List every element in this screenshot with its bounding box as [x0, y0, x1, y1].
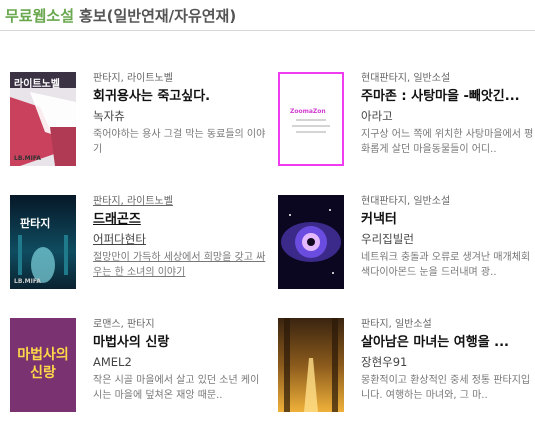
novel-cover[interactable] [278, 318, 344, 412]
novel-genre: 판타지, 라이트노벨 [93, 196, 173, 207]
section-header: 무료웹소설 홍보(일반연재/자유연재) [0, 0, 535, 31]
novel-title[interactable]: 회귀용사는 죽고싶다. [93, 88, 268, 106]
novel-genre: 현대판타지, 일반소설 [361, 196, 451, 207]
novel-cover[interactable]: 판타지 LB.MIFA [10, 195, 76, 289]
novel-description: 죽어야하는 용사 그걸 막는 동료들의 이야기 [93, 129, 266, 155]
novel-author[interactable]: AMEL2 [93, 354, 268, 370]
cover-title: 마법사의 신랑 [17, 347, 69, 381]
novel-genre: 로맨스, 판타지 [93, 319, 155, 330]
cover-title: 판타지 [20, 217, 51, 230]
novel-author[interactable]: 녹자츄 [93, 108, 268, 124]
novel-title[interactable]: 살아남은 마녀는 여행을 ... [361, 334, 535, 352]
novel-description: 네트워크 충돌과 오류로 생겨난 매개체회색다이아몬드 눈을 드러내며 광.. [361, 252, 531, 278]
novel-card[interactable]: 판타지, 일반소설 살아남은 마녀는 여행을 ... 장현우91 몽환적이고 환… [278, 318, 535, 436]
cover-title: ZoomaZon [290, 108, 326, 115]
section-subtitle: 홍보(일반연재/자유연재) [79, 6, 237, 25]
cover-tag: LB.MIFA [14, 155, 41, 162]
novel-author[interactable]: 장현우91 [361, 354, 535, 370]
cover-title: 라이트노벨 [14, 79, 60, 90]
novel-description: 작은 시골 마을에서 살고 있던 소년 케이시는 마을에 덮쳐온 재앙 때문.. [93, 375, 260, 401]
novel-genre: 현대판타지, 일반소설 [361, 73, 451, 84]
novel-card[interactable]: 마법사의 신랑 로맨스, 판타지 마법사의 신랑 AMEL2 작은 시골 마을에… [10, 318, 272, 436]
novel-description: 몽환적이고 환상적인 중세 정통 판타지입니다. 여행하는 마녀와, 그 마.. [361, 375, 531, 401]
novel-title[interactable]: 커낵터 [361, 211, 535, 229]
novel-title[interactable]: 마법사의 신랑 [93, 334, 268, 352]
novel-description: 지구상 어느 쪽에 위치한 사탕마을에서 평화롭게 살던 마을동물들이 어디.. [361, 129, 534, 155]
novel-cover[interactable] [278, 195, 344, 289]
brand-label[interactable]: 무료웹소설 [5, 5, 74, 26]
novel-genre: 판타지, 일반소설 [361, 319, 432, 330]
novel-author[interactable]: 우리집빌런 [361, 231, 535, 247]
novel-title[interactable]: 주마존 : 사탕마을 -빼앗긴... [361, 88, 535, 106]
novel-cover[interactable]: 라이트노벨 LB.MIFA [10, 72, 76, 166]
novel-title[interactable]: 드래곤즈 [93, 211, 268, 229]
novel-author[interactable]: 어퍼다현타 [93, 231, 268, 247]
novel-author[interactable]: 아라고 [361, 108, 535, 124]
novel-card[interactable]: 현대판타지, 일반소설 커낵터 우리집빌런 네트워크 충돌과 오류로 생겨난 매… [278, 195, 535, 313]
novel-genre: 판타지, 라이트노벨 [93, 73, 173, 84]
novel-cover[interactable]: 마법사의 신랑 [10, 318, 76, 412]
cover-tag: LB.MIFA [14, 278, 41, 285]
novel-card[interactable]: 판타지 LB.MIFA 판타지, 라이트노벨 드래곤즈 어퍼다현타 절망만이 가… [10, 195, 272, 313]
novel-card[interactable]: 라이트노벨 LB.MIFA 판타지, 라이트노벨 회귀용사는 죽고싶다. 녹자츄… [10, 72, 272, 190]
novel-card[interactable]: ZoomaZon 현대판타지, 일반소설 주마존 : 사탕마을 -빼앗긴... … [278, 72, 535, 190]
novel-description: 절망만이 가득하 세상에서 희망을 갖고 싸우는 한 소녀의 이야기 [93, 252, 266, 278]
novel-cover[interactable]: ZoomaZon [278, 72, 344, 166]
